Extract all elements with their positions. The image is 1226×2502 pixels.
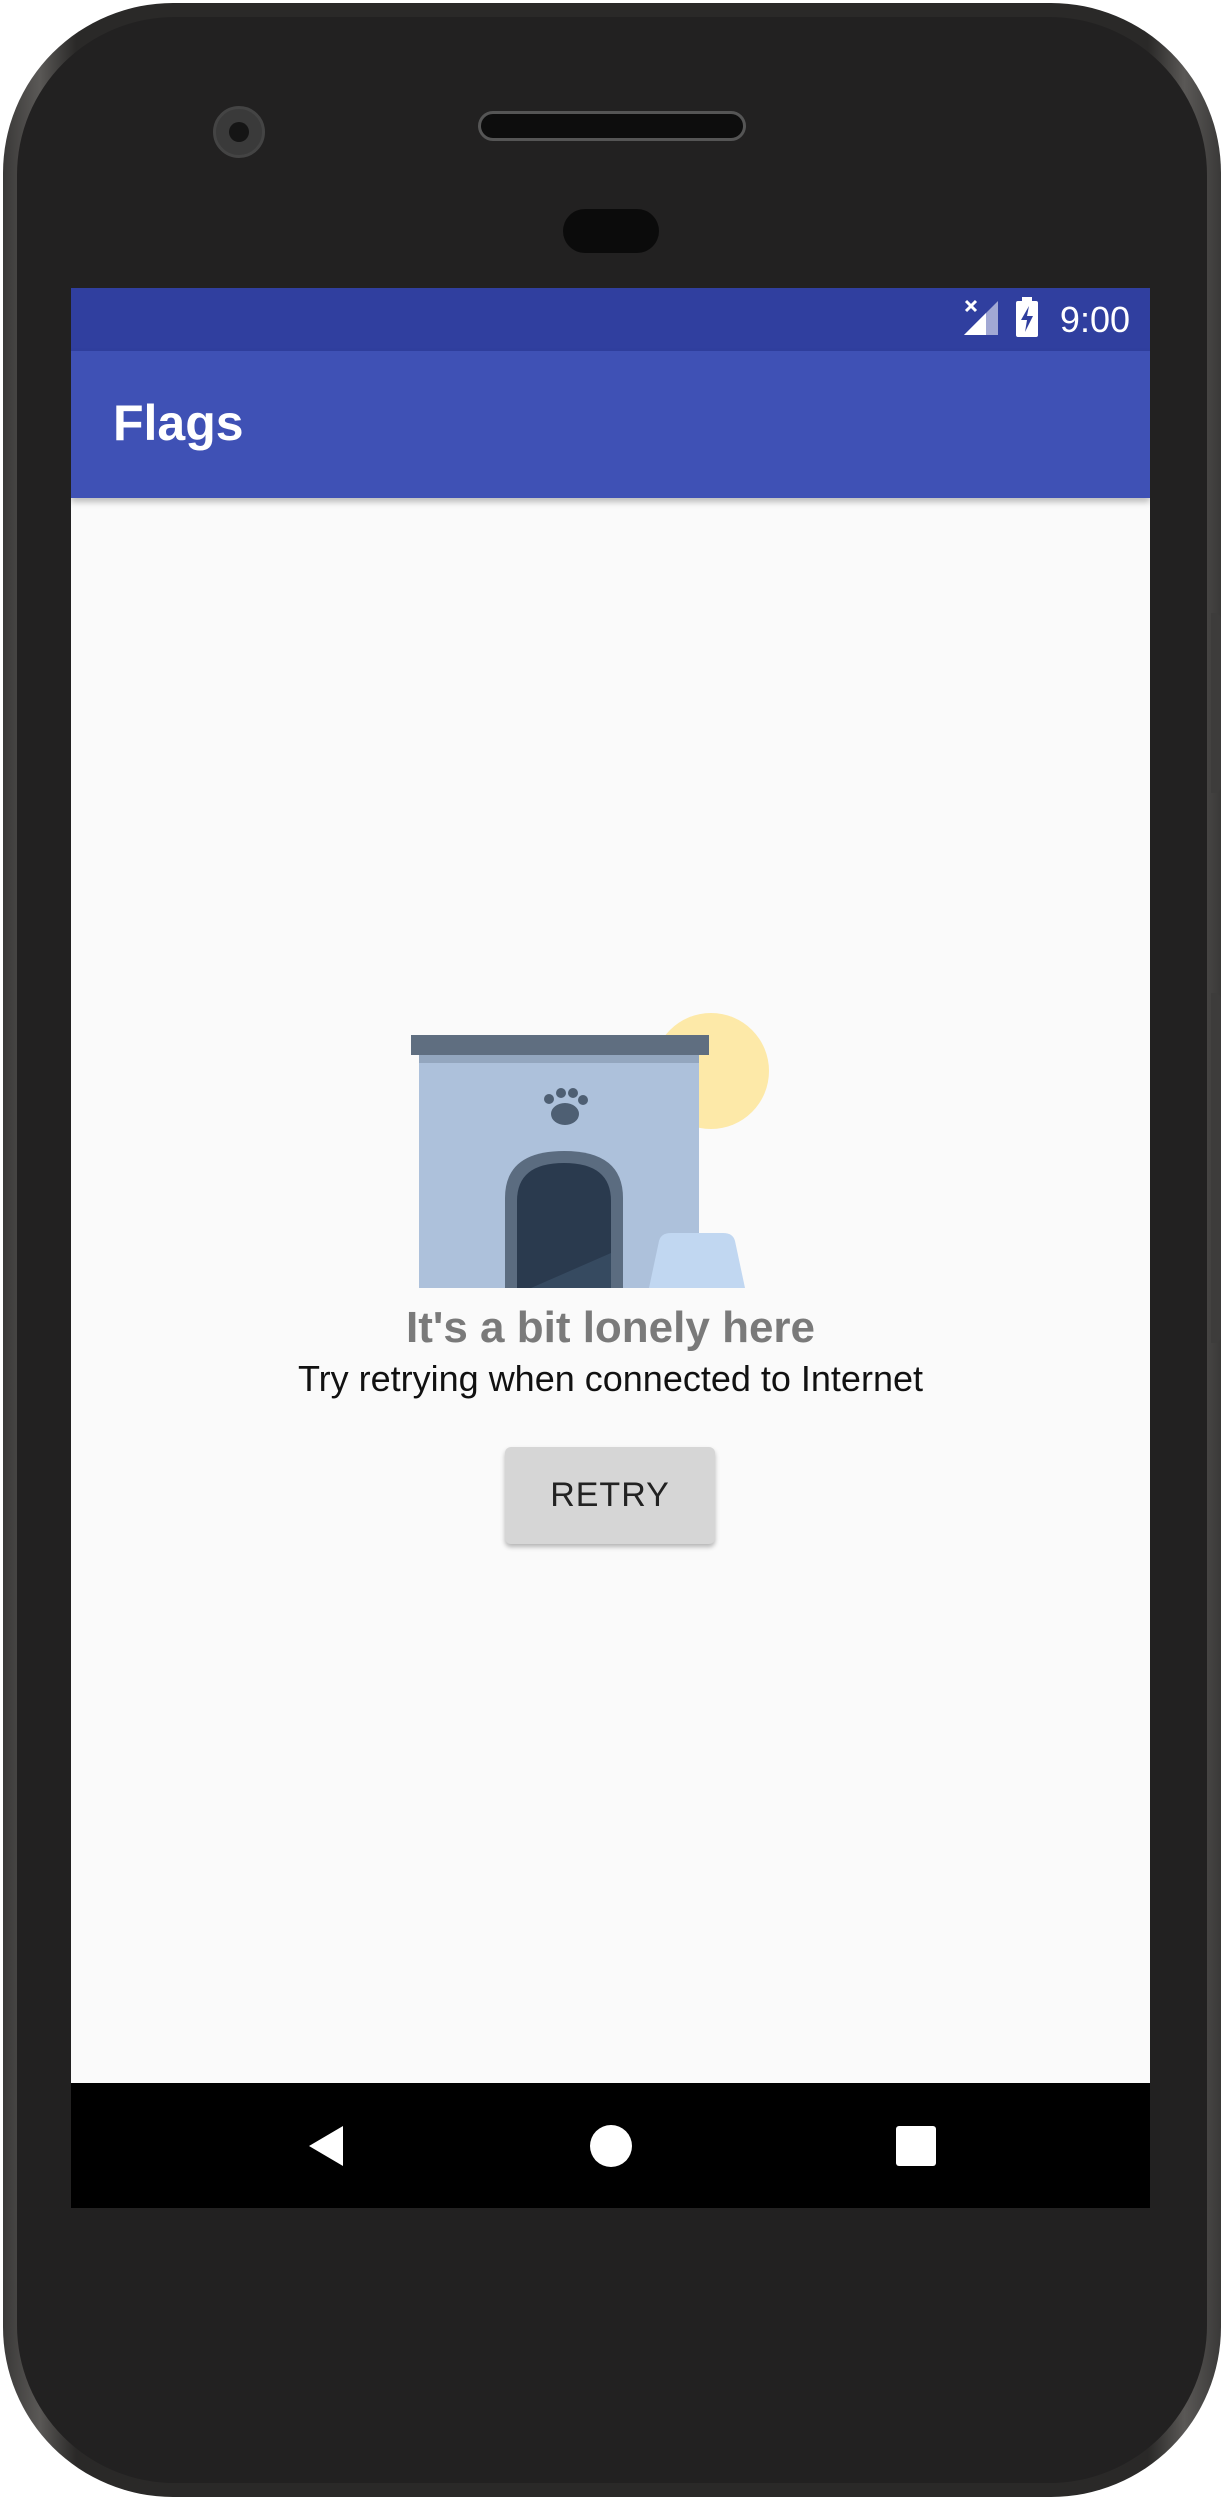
recents-icon[interactable] (893, 2123, 939, 2169)
back-icon[interactable] (303, 2123, 349, 2169)
screen: 9:00 Flags It's a bit lonely here Try re… (71, 288, 1150, 2208)
front-camera (213, 106, 265, 158)
status-bar: 9:00 (71, 288, 1150, 351)
volume-button (1211, 613, 1221, 793)
retry-button[interactable]: RETRY (505, 1447, 715, 1544)
status-time: 9:00 (1059, 298, 1130, 340)
phone-frame: 9:00 Flags It's a bit lonely here Try re… (3, 3, 1221, 2497)
power-button (1211, 993, 1221, 1343)
no-signal-icon (960, 297, 1000, 342)
empty-state-title: It's a bit lonely here (405, 1303, 816, 1352)
doghouse-illustration (411, 1013, 851, 1288)
app-title: Flags (113, 395, 244, 451)
proximity-sensor (563, 209, 659, 253)
earpiece-speaker (478, 111, 746, 141)
battery-charging-icon (1014, 297, 1040, 342)
app-bar: Flags (71, 351, 1150, 498)
home-icon[interactable] (588, 2123, 634, 2169)
empty-state-subtitle: Try retrying when connected to Internet (298, 1358, 923, 1399)
navigation-bar (71, 2083, 1150, 2208)
